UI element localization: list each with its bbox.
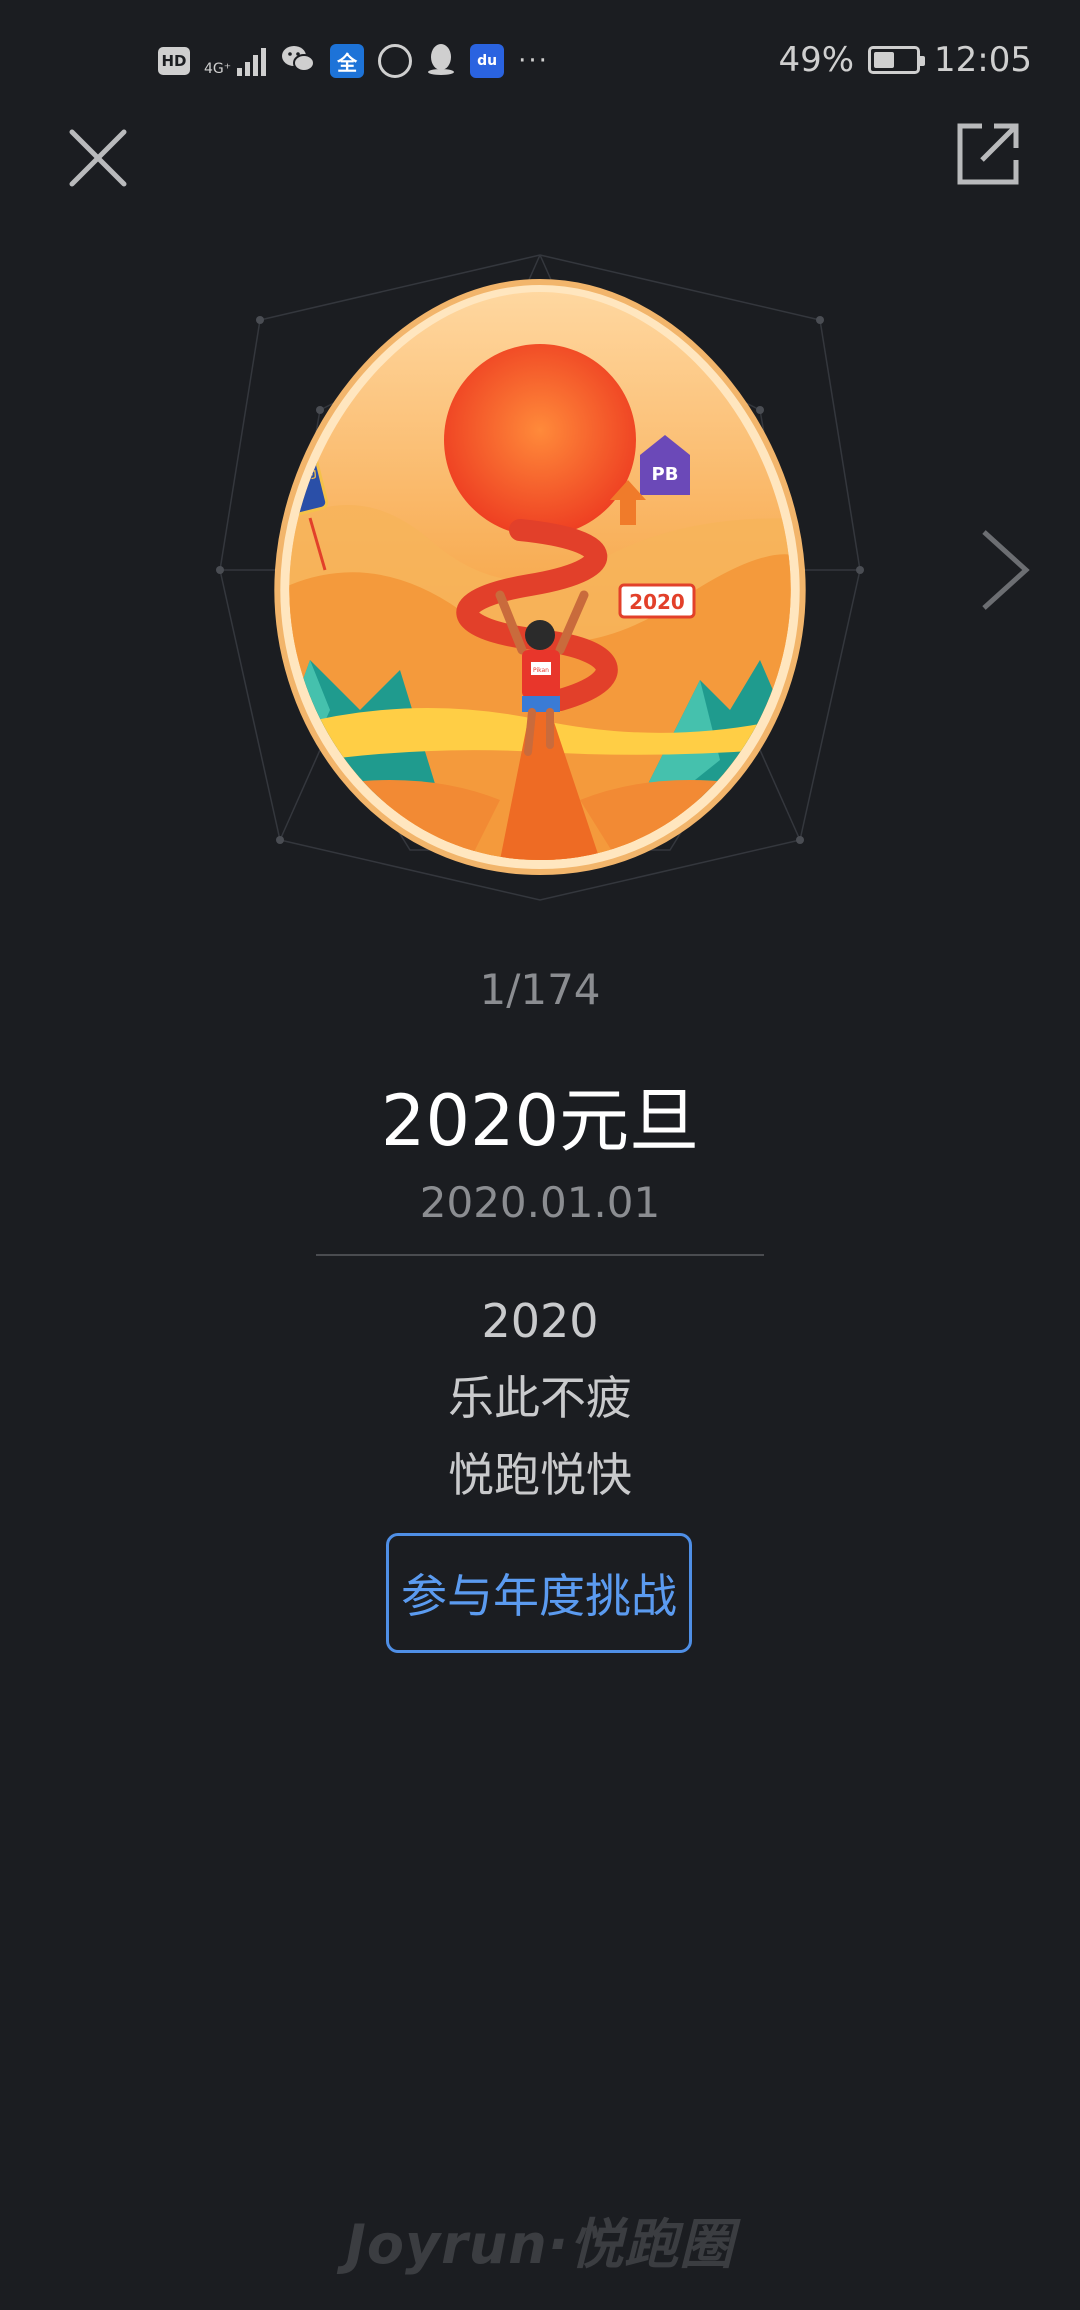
- medal-title: 2020元旦: [380, 1080, 700, 1162]
- more-dots-icon: ···: [518, 46, 549, 76]
- share-external-icon: [957, 123, 1019, 185]
- medal-description: 2020 乐此不疲 悦跑悦快: [0, 1283, 1080, 1514]
- wechat-icon: [280, 43, 316, 79]
- status-right: 49% 12:05: [778, 40, 1032, 80]
- battery-icon: [868, 46, 926, 74]
- joyrun-logo: Joyrun·悦跑圈: [345, 2213, 735, 2276]
- join-annual-challenge-button[interactable]: 参与年度挑战: [386, 1533, 692, 1653]
- battery-percent: 49%: [778, 40, 855, 80]
- description-line: 乐此不疲: [448, 1371, 632, 1425]
- qq-icon: [426, 42, 456, 80]
- description-line: 悦跑悦快: [448, 1448, 632, 1502]
- year-sign: 2020: [618, 583, 696, 619]
- hd-icon: HD: [158, 47, 190, 75]
- signal-4g-icon: 4G⁺: [204, 46, 267, 76]
- battery-fill: [874, 52, 895, 68]
- status-left-icons: HD 4G⁺ 全 du ···: [158, 42, 549, 80]
- chevron-right-icon: [982, 530, 1030, 610]
- divider: [316, 1254, 764, 1256]
- medal-counter: 1/174: [479, 965, 601, 1014]
- close-icon: [69, 129, 127, 187]
- status-bar: HD 4G⁺ 全 du ··· 49% 12:05: [0, 0, 1080, 125]
- svg-text:2020: 2020: [629, 590, 685, 614]
- svg-text:Pikan: Pikan: [533, 667, 549, 674]
- svg-text:PB: PB: [652, 464, 679, 485]
- next-medal-button[interactable]: [970, 520, 1040, 620]
- medal-image: Pikan 2020 PB: [200, 240, 880, 920]
- share-button[interactable]: [948, 118, 1028, 198]
- medal-date: 2020.01.01: [419, 1178, 661, 1227]
- clock: 12:05: [934, 40, 1032, 80]
- baidu-icon: du: [470, 44, 505, 78]
- browser-icon: [378, 44, 413, 78]
- medal-detail-page: HD 4G⁺ 全 du ··· 49% 12:05 Pikan 2020 PB …: [0, 0, 1080, 2310]
- medal-illustration: Pikan 2020 PB: [216, 254, 864, 901]
- close-button[interactable]: [60, 120, 140, 200]
- quan-app-icon: 全: [330, 44, 365, 78]
- description-line: 2020: [481, 1294, 599, 1348]
